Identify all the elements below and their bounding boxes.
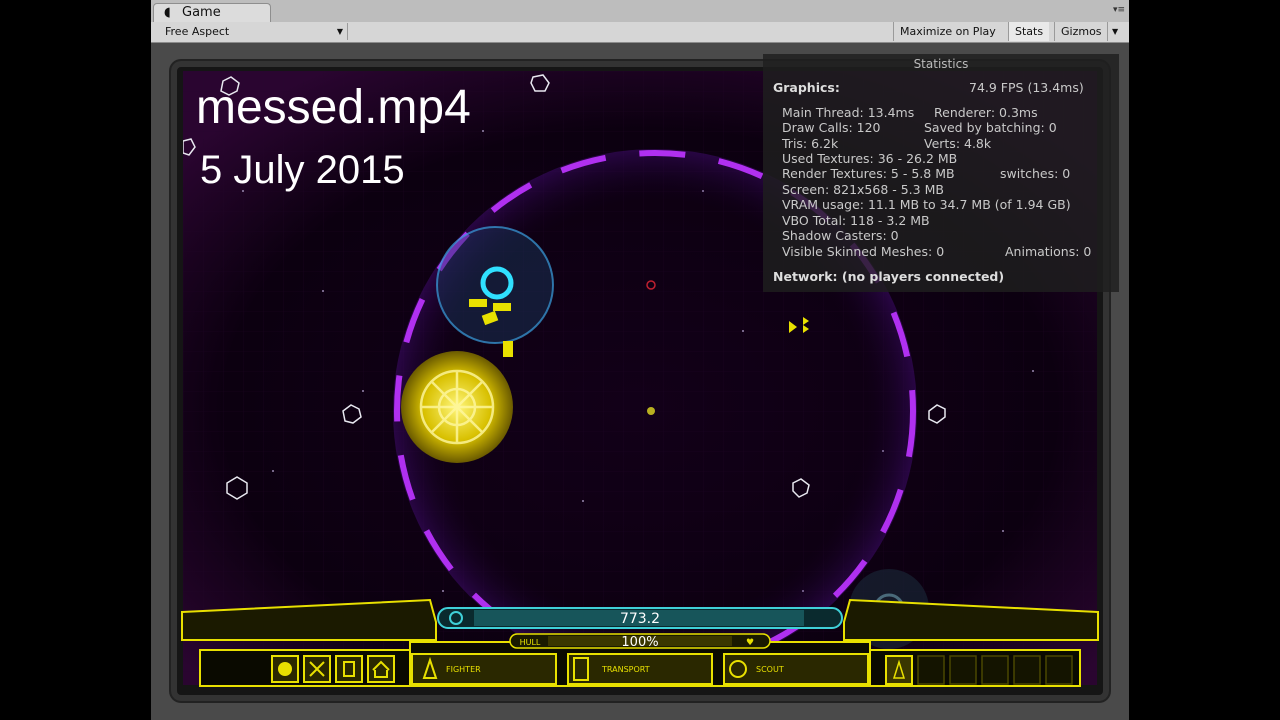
statistics-header: Statistics (913, 57, 969, 71)
home-icon[interactable] (367, 655, 395, 683)
shadow-casters-stat: Shadow Casters: 0 (782, 228, 899, 243)
fuel-icon[interactable] (335, 655, 363, 683)
fleet-slot[interactable] (981, 655, 1009, 685)
unity-icon: ◖ (164, 5, 171, 20)
stats-button[interactable]: Stats (1008, 22, 1050, 41)
ship-buttons: FIGHTER TRANSPORT SCOUT (411, 653, 869, 685)
fleet-slot[interactable] (1013, 655, 1041, 685)
skinned-meshes-stat: Visible Skinned Meshes: 0 (782, 244, 945, 259)
draw-calls-stat: Draw Calls: 120 (782, 120, 881, 135)
switches-stat: switches: 0 (1000, 166, 1071, 181)
vram-stat: VRAM usage: 11.1 MB to 34.7 MB (of 1.94 … (782, 197, 1071, 212)
screen-stat: Screen: 821x568 - 5.3 MB (782, 182, 944, 197)
aspect-label: Free Aspect (165, 25, 230, 38)
hud: 773.2 HULL 100% ♥ FIGHTER TRANSPORT SCOU… (181, 598, 1099, 687)
graphics-label: Graphics: (773, 80, 840, 95)
chevron-down-icon: ▼ (336, 27, 343, 36)
game-toolbar: Free Aspect ▼ Maximize on Play Stats Giz… (151, 22, 1129, 43)
tris-stat: Tris: 6.2k (782, 136, 839, 151)
used-textures-stat: Used Textures: 36 - 26.2 MB (782, 151, 958, 166)
fleet-slot[interactable] (949, 655, 977, 685)
tab-menu-icon[interactable]: ▾≡ (1113, 5, 1125, 15)
fleet-slot[interactable] (917, 655, 945, 685)
animations-stat: Animations: 0 (1005, 244, 1092, 259)
gizmos-chevron-icon[interactable]: ▼ (1107, 22, 1122, 41)
fighter-label: FIGHTER (446, 665, 481, 674)
vbo-stat: VBO Total: 118 - 3.2 MB (782, 213, 930, 228)
game-tab-label: Game (182, 5, 221, 20)
game-tab[interactable]: ◖ Game (153, 3, 271, 23)
scout-label: SCOUT (756, 665, 784, 674)
video-filename: messed.mp4 (196, 81, 471, 134)
fleet-slot[interactable] (1045, 655, 1073, 685)
maximize-on-play-button[interactable]: Maximize on Play (893, 22, 1002, 41)
transport-label: TRANSPORT (601, 665, 650, 674)
saved-batching-stat: Saved by batching: 0 (924, 120, 1057, 135)
hull-value: 100% (621, 635, 658, 650)
energy-value: 773.2 (620, 611, 660, 627)
aspect-dropdown[interactable]: Free Aspect ▼ (157, 23, 348, 40)
tab-strip: ◖ Game ▾≡ (151, 0, 1129, 23)
statistics-panel: Statistics Graphics: 74.9 FPS (13.4ms) M… (763, 54, 1119, 292)
render-textures-stat: Render Textures: 5 - 5.8 MB (782, 166, 955, 181)
fps-readout: 74.9 FPS (13.4ms) (969, 80, 1084, 95)
heart-icon: ♥ (746, 638, 754, 648)
center-beacon (647, 407, 655, 415)
hull-label: HULL (520, 638, 541, 647)
network-stat: Network: (no players connected) (773, 269, 1005, 284)
video-date: 5 July 2015 (200, 148, 405, 192)
main-thread-stat: Main Thread: 13.4ms (782, 105, 915, 120)
gizmos-button[interactable]: Gizmos (1054, 22, 1108, 41)
renderer-stat: Renderer: 0.3ms (934, 105, 1038, 120)
verts-stat: Verts: 4.8k (924, 136, 992, 151)
